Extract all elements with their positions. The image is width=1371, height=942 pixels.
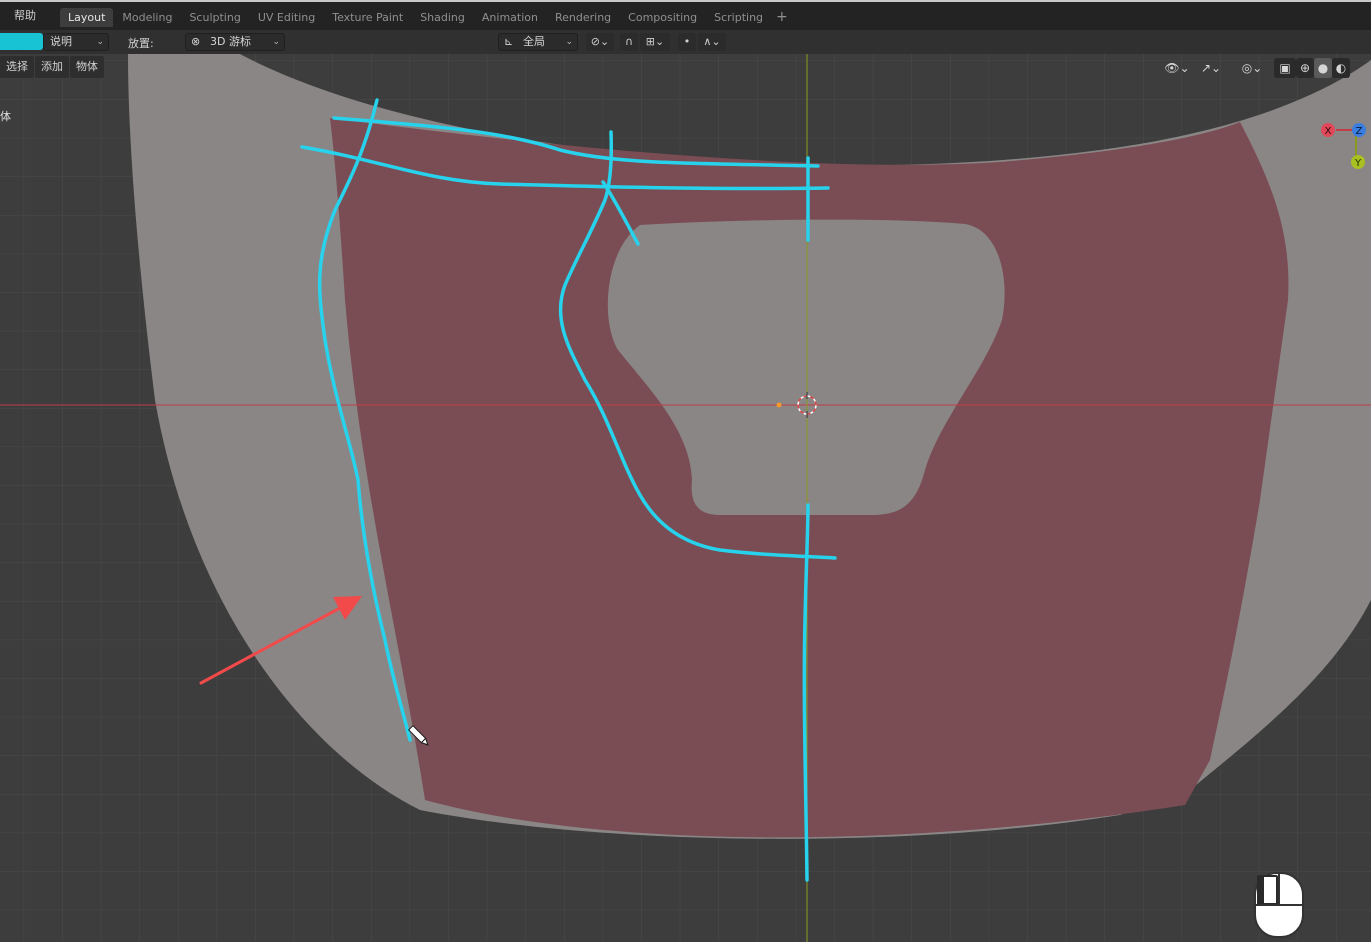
chevron-down-icon: ⌄ [96, 37, 104, 47]
overlay-icon[interactable]: ◎⌄ [1230, 58, 1274, 78]
tab-sculpting[interactable]: Sculpting [181, 8, 248, 27]
increment-icon[interactable]: ⊞⌄ [640, 33, 670, 51]
tab-layout[interactable]: Layout [60, 8, 114, 27]
falloff-curve-icon[interactable]: ∧⌄ [698, 33, 726, 51]
3d-viewport[interactable] [0, 54, 1371, 942]
material-shading-icon[interactable]: ◐ [1332, 58, 1350, 78]
link-pivot-icon[interactable]: ⊘⌄ [586, 33, 614, 51]
side-panel-label: 体 [0, 110, 11, 123]
tool-header: 说明 ⌄ 放置: ⊗ 3D 游标 ⌄ ⊾ 全局 ⌄ ⊘⌄ ∩ ⊞⌄ • ∧⌄ [0, 30, 1371, 54]
placement-value: 3D 游标 [210, 35, 251, 48]
menu-select[interactable]: 选择 [0, 56, 34, 78]
chevron-down-icon: ⌄ [565, 37, 573, 47]
gizmo-x-label: X [1325, 126, 1332, 137]
menu-object[interactable]: 物体 [70, 56, 104, 78]
tab-scripting[interactable]: Scripting [706, 8, 771, 27]
tab-modeling[interactable]: Modeling [114, 8, 180, 27]
mode-dropdown[interactable]: 说明 ⌄ [43, 33, 109, 51]
tab-compositing[interactable]: Compositing [620, 8, 705, 27]
workspace-tabs: Layout Modeling Sculpting UV Editing Tex… [60, 8, 792, 27]
transform-orientation-icon: ⊾ [504, 35, 514, 48]
mode-value: 说明 [50, 35, 72, 48]
editor-menu: 选择 添加 物体 [0, 56, 105, 78]
viewport-header-icons: 👁⌄ ↗⌄ ◎⌄ ▣ ⊕ ● ◐ [1162, 58, 1350, 78]
menu-help[interactable]: 帮助 [14, 7, 36, 23]
menu-add[interactable]: 添加 [35, 56, 69, 78]
gizmo-z-label: Z [1356, 126, 1363, 137]
mode-accent-swatch [0, 33, 43, 50]
solid-shading-icon[interactable]: ● [1314, 58, 1332, 78]
orientation-value: 全局 [523, 35, 545, 48]
chevron-down-icon: ⌄ [272, 37, 280, 47]
navigation-gizmo[interactable]: X Z Y [1311, 118, 1371, 178]
tab-texture-paint[interactable]: Texture Paint [324, 8, 411, 27]
cursor-target-icon: ⊗ [191, 35, 201, 48]
tab-shading[interactable]: Shading [412, 8, 473, 27]
proportional-editing-icon[interactable]: • [678, 33, 696, 51]
eye-visibility-icon[interactable]: 👁⌄ [1162, 58, 1192, 78]
mouse-left-button-icon [1254, 872, 1304, 938]
magnet-snap-icon[interactable]: ∩ [620, 33, 638, 51]
tab-rendering[interactable]: Rendering [547, 8, 619, 27]
gizmo-arrows-icon[interactable]: ↗⌄ [1192, 58, 1230, 78]
xray-icon[interactable]: ▣ [1274, 58, 1296, 78]
top-bar: 帮助 Layout Modeling Sculpting UV Editing … [0, 0, 1371, 30]
tab-animation[interactable]: Animation [474, 8, 546, 27]
wireframe-shading-icon[interactable]: ⊕ [1296, 58, 1314, 78]
placement-label: 放置: [128, 37, 154, 50]
object-origin-dot [776, 402, 782, 408]
orientation-dropdown[interactable]: ⊾ 全局 ⌄ [498, 33, 578, 51]
gizmo-y-label: Y [1354, 158, 1362, 169]
tab-uv-editing[interactable]: UV Editing [250, 8, 323, 27]
add-workspace-button[interactable]: + [772, 9, 792, 25]
placement-dropdown[interactable]: ⊗ 3D 游标 ⌄ [185, 33, 285, 51]
